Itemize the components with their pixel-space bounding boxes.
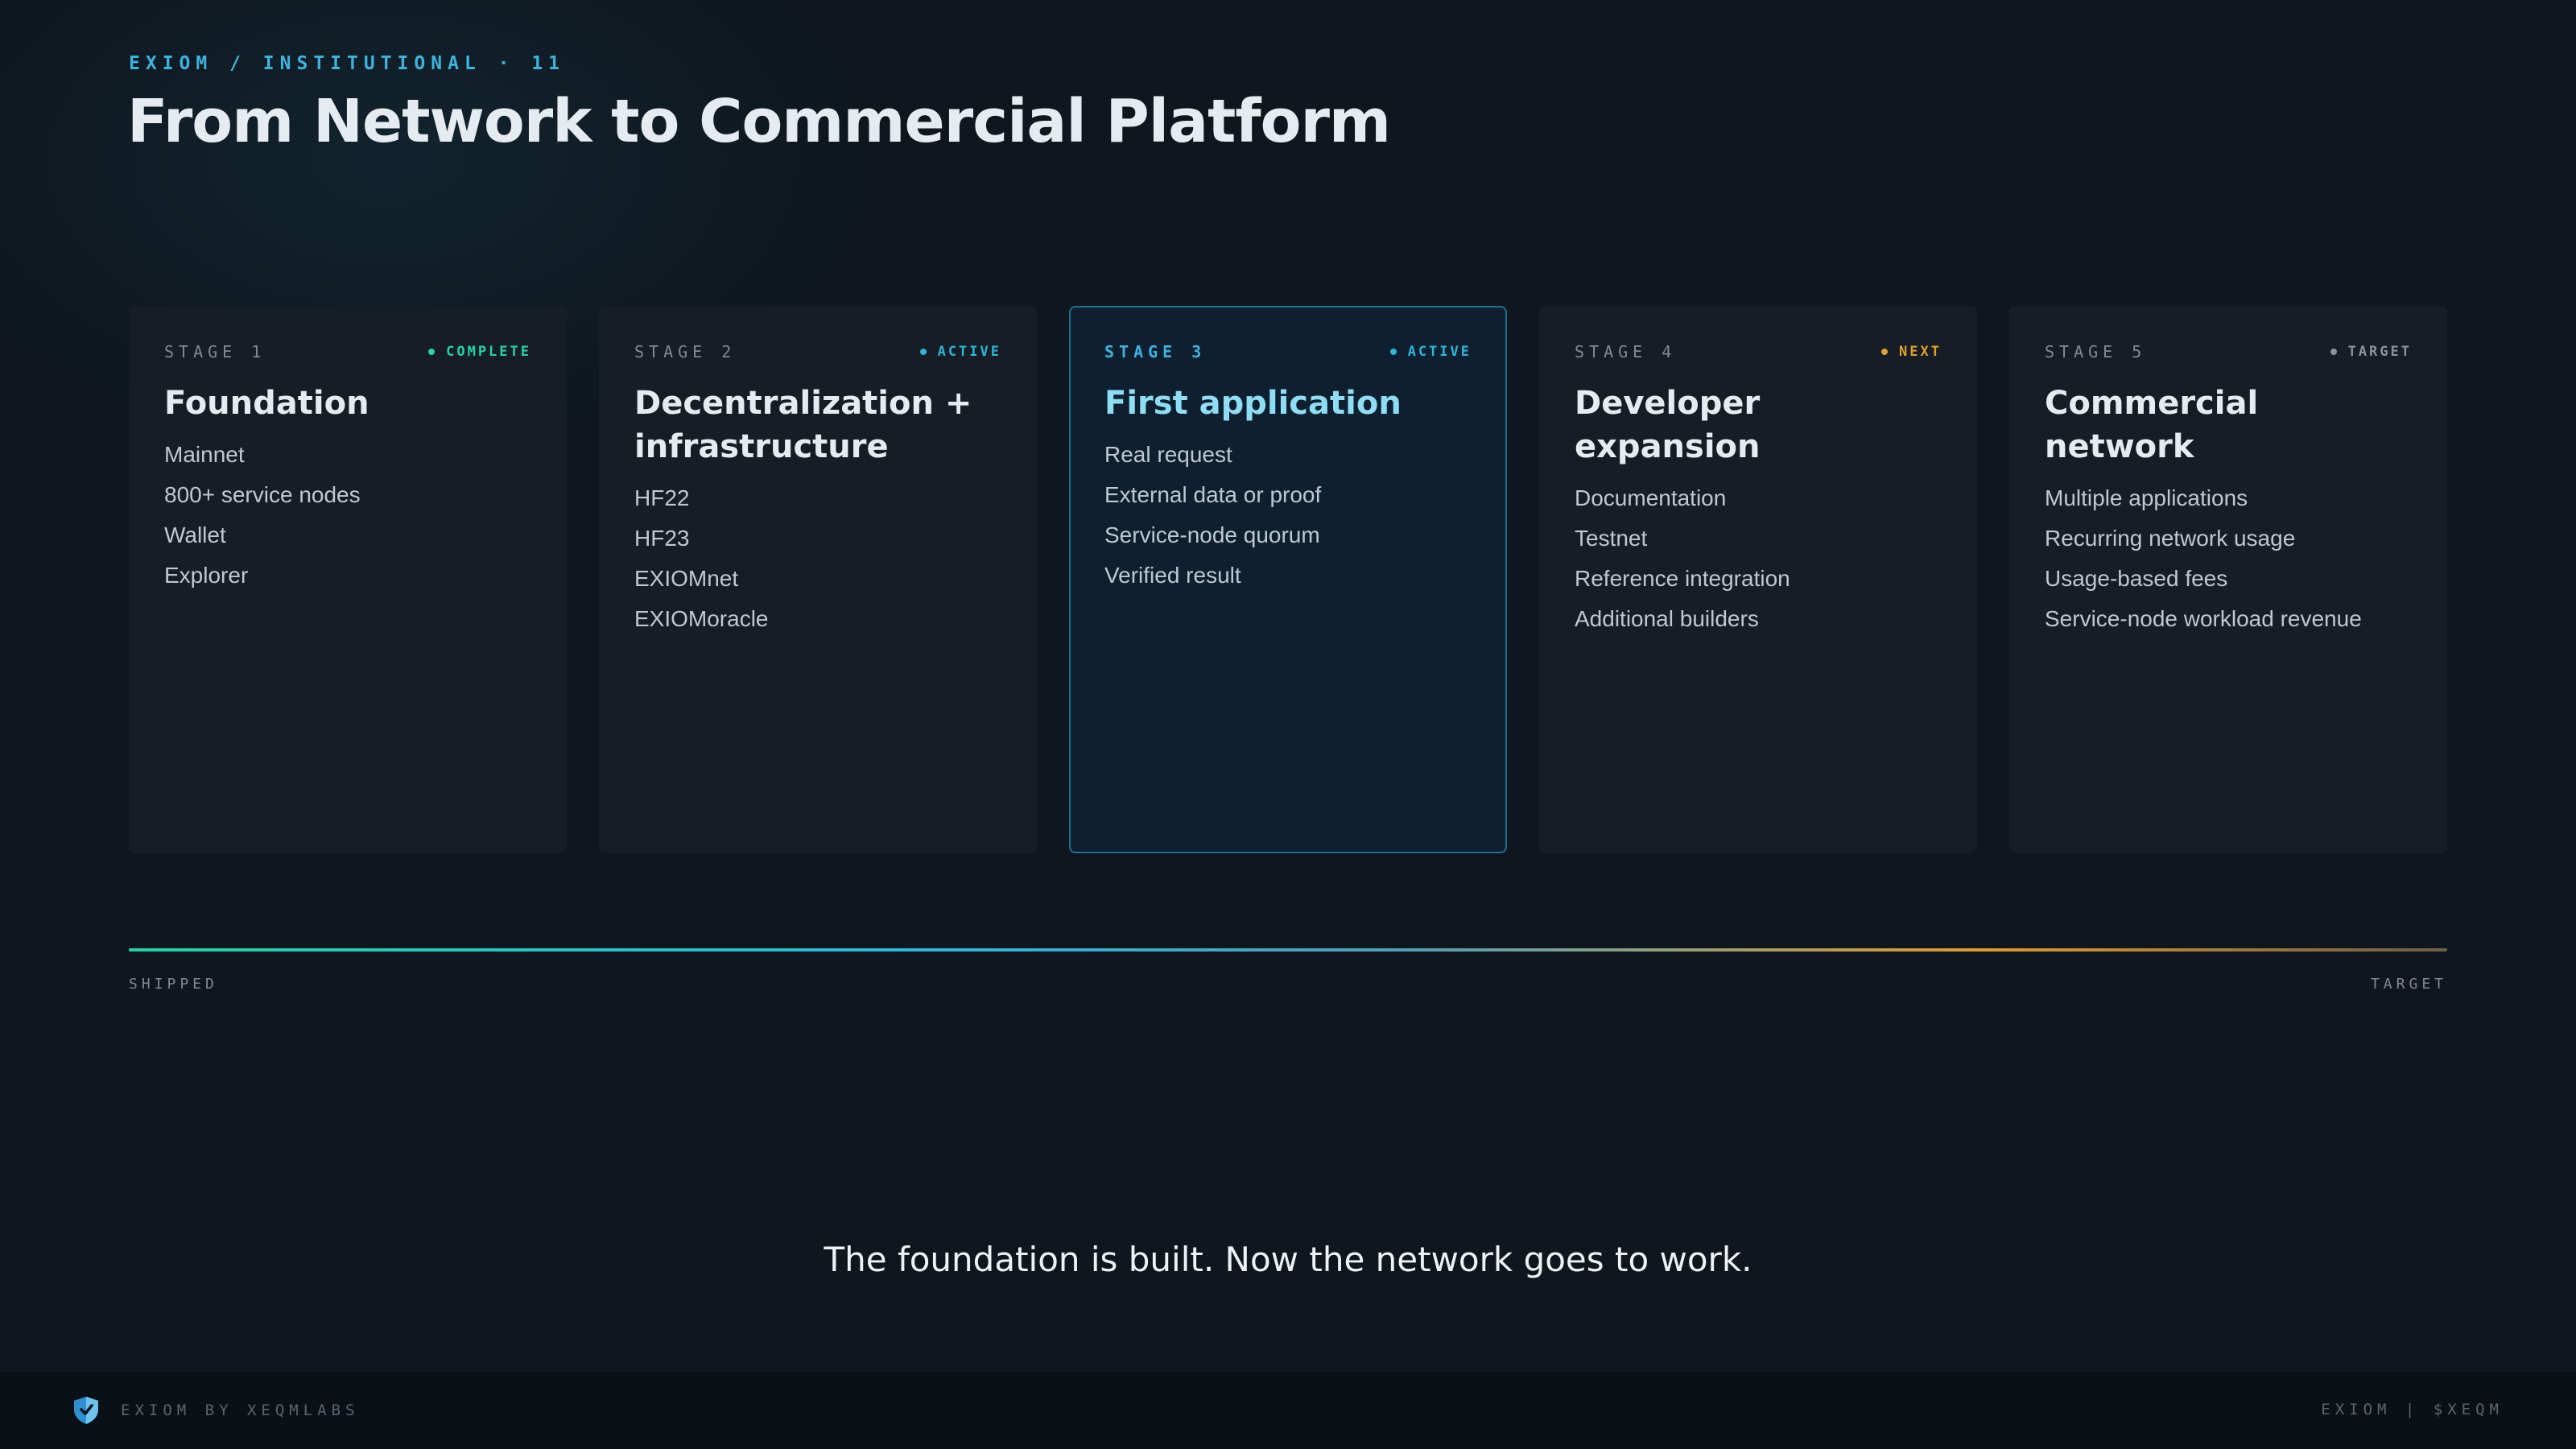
stage-item: Wallet [164,522,226,547]
stage-item: HF23 [634,526,690,551]
stage-item: Reference integration [1575,566,1790,591]
stage-item: 800+ service nodes [164,482,361,507]
stage-card-header: STAGE 1 COMPLETE [164,341,531,362]
stage-label: STAGE 1 [164,342,266,361]
stage-card-header: STAGE 3 ACTIVE [1104,341,1472,362]
progress-end-label: TARGET [2370,976,2447,993]
status-badge: COMPLETE [428,344,531,360]
status-dot-icon [2330,349,2337,355]
status-dot-icon [1389,349,1397,355]
stage-item: Additional builders [1575,606,1759,631]
stage-title: Foundation [164,385,369,422]
shield-icon [74,1397,98,1424]
stage-item: Mainnet [164,442,245,467]
progress-start-label: SHIPPED [129,976,218,993]
stage-label: STAGE 5 [2045,342,2147,361]
stage-label: STAGE 4 [1575,342,1677,361]
stage-item: Explorer [164,563,249,588]
footer-ticker: EXIOM | $XEQM [2321,1401,2504,1418]
stage-item: HF22 [634,485,690,510]
status-badge: NEXT [1881,344,1942,360]
stage-card-5: STAGE 5 TARGET Commercial network Multip… [2009,306,2447,853]
footer-brand-text: EXIOM BY XEQMLABS [121,1402,360,1419]
status-text: ACTIVE [937,344,1001,360]
status-badge: ACTIVE [1389,344,1472,360]
status-text: NEXT [1899,344,1942,360]
stage-title: Commercial network [2045,385,2259,465]
page-title: From Network to Commercial Platform [127,87,1391,156]
stage-item: EXIOMnet [634,566,739,591]
status-text: ACTIVE [1407,344,1472,360]
stage-item: Service-node workload revenue [2045,606,2362,631]
stage-card-header: STAGE 5 TARGET [2045,341,2412,362]
status-dot-icon [919,349,927,355]
stage-title: First application [1104,385,1402,422]
stage-items: Mainnet 800+ service nodes Wallet Explor… [164,435,531,596]
stage-item: Usage-based fees [2045,566,2228,591]
stage-item: Real request [1104,442,1232,467]
stage-item: External data or proof [1104,482,1322,507]
footer-brand: EXIOM BY XEQMLABS [72,1396,359,1425]
stage-title: Decentralization + infrastructure [634,385,972,465]
stage-cards: STAGE 1 COMPLETE Foundation Mainnet 800+… [129,306,2447,853]
stage-card-1: STAGE 1 COMPLETE Foundation Mainnet 800+… [129,306,567,853]
stage-item: EXIOMoracle [634,606,769,631]
stage-item: Service-node quorum [1104,522,1320,547]
stage-label: STAGE 2 [634,342,737,361]
stage-card-4: STAGE 4 NEXT Developer expansion Documen… [1539,306,1977,853]
status-text: COMPLETE [446,344,531,360]
stage-card-header: STAGE 4 NEXT [1575,341,1942,362]
stage-items: Documentation Testnet Reference integrat… [1575,478,1942,639]
footer: EXIOM BY XEQMLABS EXIOM | $XEQM [0,1372,2576,1449]
stage-card-header: STAGE 2 ACTIVE [634,341,1001,362]
stage-title: Developer expansion [1575,385,1761,465]
tagline: The foundation is built. Now the network… [824,1240,1752,1279]
stage-item: Testnet [1575,526,1648,551]
stage-items: Multiple applications Recurring network … [2045,478,2412,639]
stage-card-2: STAGE 2 ACTIVE Decentralization + infras… [599,306,1037,853]
stage-item: Recurring network usage [2045,526,2296,551]
progress-fill [129,948,2447,952]
status-badge: ACTIVE [919,344,1001,360]
progress-track [129,948,2447,952]
status-dot-icon [428,349,436,355]
stage-card-3-highlighted: STAGE 3 ACTIVE First application Real re… [1069,306,1507,853]
status-dot-icon [1881,349,1889,355]
status-badge: TARGET [2330,344,2412,360]
eyebrow-breadcrumb: EXIOM / INSTITUTIONAL · 11 [129,53,566,74]
stage-item: Verified result [1104,563,1241,588]
stage-item: Multiple applications [2045,485,2248,510]
stage-label: STAGE 3 [1104,342,1207,361]
stage-item: Documentation [1575,485,1727,510]
stage-items: HF22 HF23 EXIOMnet EXIOMoracle [634,478,1001,639]
stage-items: Real request External data or proof Serv… [1104,435,1472,596]
status-text: TARGET [2347,344,2412,360]
